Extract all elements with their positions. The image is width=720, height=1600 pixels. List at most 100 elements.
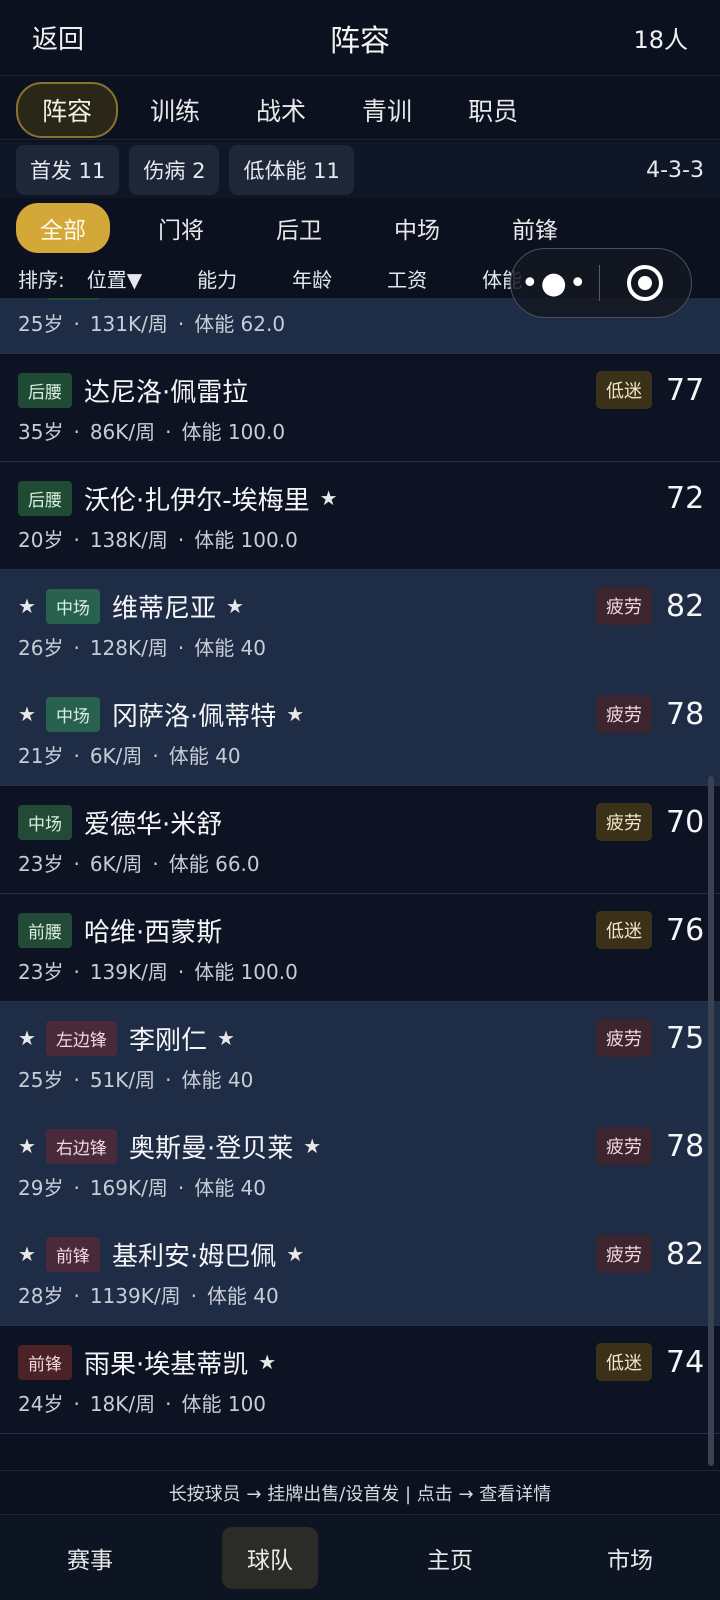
separator-dot: · bbox=[73, 960, 80, 984]
separator-dot: · bbox=[73, 636, 80, 660]
player-details: 28岁 · 1139K/周 · 体能 40 bbox=[18, 1280, 279, 1309]
player-details: 24岁 · 18K/周 · 体能 100 bbox=[18, 1388, 266, 1417]
tab-youth[interactable]: 青训 bbox=[338, 84, 436, 136]
position-tag: 后腰 bbox=[18, 480, 72, 516]
main-tabs: 阵容 训练 战术 青训 职员 bbox=[0, 80, 720, 140]
player-rating: 78 bbox=[666, 1128, 705, 1164]
status-badge: 疲劳 bbox=[596, 587, 652, 625]
separator-dot: · bbox=[73, 312, 80, 336]
player-row-main: ★ 右边锋 奥斯曼·登贝莱 ★ 疲劳 78 bbox=[18, 1126, 705, 1166]
starter-star-icon: ★ bbox=[18, 702, 36, 726]
player-rating: 82 bbox=[666, 1236, 705, 1272]
player-rating: 75 bbox=[666, 1020, 705, 1056]
separator-dot: · bbox=[73, 1176, 80, 1200]
player-row[interactable]: 中场 爱德华·米舒 疲劳 70 23岁 · 6K/周 · 体能 66.0 bbox=[0, 786, 720, 894]
player-row[interactable]: 前腰 哈维·西蒙斯 低迷 76 23岁 · 139K/周 · 体能 100.0 bbox=[0, 894, 720, 1002]
sort-wage[interactable]: 工资 bbox=[387, 264, 427, 293]
player-row-main: ★ 前锋 基利安·姆巴佩 ★ 疲劳 82 bbox=[18, 1234, 705, 1274]
player-stamina: 体能 40 bbox=[194, 636, 267, 660]
player-row[interactable]: 后腰 沃伦·扎伊尔-埃梅里 ★ 72 20岁 · 138K/周 · 体能 100.0 bbox=[0, 462, 720, 570]
player-age: 24岁 bbox=[18, 1392, 64, 1416]
filter-forward[interactable]: 前锋 bbox=[488, 203, 582, 253]
player-row-main: 后腰 达尼洛·佩雷拉 低迷 77 bbox=[18, 370, 705, 410]
player-details: 26岁 · 128K/周 · 体能 40 bbox=[18, 632, 266, 661]
close-target-icon[interactable] bbox=[600, 263, 691, 303]
filter-all[interactable]: 全部 bbox=[16, 203, 110, 253]
player-stamina: 体能 40 bbox=[168, 744, 241, 768]
nav-matches[interactable]: 赛事 bbox=[42, 1527, 138, 1589]
player-age: 29岁 bbox=[18, 1176, 64, 1200]
player-rating: 72 bbox=[666, 480, 705, 516]
player-rating: 70 bbox=[666, 804, 705, 840]
page-title: 阵容 bbox=[330, 23, 390, 59]
separator-dot: · bbox=[177, 636, 185, 660]
status-badge: 疲劳 bbox=[596, 1019, 652, 1057]
nav-team[interactable]: 球队 bbox=[222, 1526, 318, 1589]
position-tag: 中场 bbox=[45, 696, 100, 732]
player-age: 23岁 bbox=[18, 960, 64, 984]
list-scrollbar[interactable] bbox=[708, 776, 714, 1466]
formation-label[interactable]: 4-3-3 bbox=[646, 158, 704, 183]
sort-ability[interactable]: 能力 bbox=[197, 264, 237, 293]
player-wage: 86K/周 bbox=[89, 420, 156, 444]
status-badge: 疲劳 bbox=[596, 803, 652, 841]
player-row[interactable]: ★ 左边锋 李刚仁 ★ 疲劳 75 25岁 · 51K/周 · 体能 40 bbox=[0, 1002, 720, 1110]
tab-tactics[interactable]: 战术 bbox=[232, 84, 330, 136]
position-tag: 后腰 bbox=[18, 372, 72, 408]
player-wage: 138K/周 bbox=[89, 528, 168, 552]
player-name: 李刚仁 bbox=[128, 1025, 207, 1056]
player-name: 奥斯曼·登贝莱 bbox=[128, 1133, 294, 1164]
player-rating: 74 bbox=[666, 1344, 705, 1380]
separator-dot: · bbox=[177, 312, 185, 336]
player-list[interactable]: ★后腰曼努埃尔·乌加特挂牌中8525岁·131K/周·体能 62.0后腰达尼洛·… bbox=[0, 298, 720, 1470]
player-wage: 1139K/周 bbox=[89, 1284, 181, 1308]
sort-age[interactable]: 年龄 bbox=[292, 264, 332, 293]
player-row-main: 后腰 沃伦·扎伊尔-埃梅里 ★ 72 bbox=[18, 478, 705, 518]
player-stamina: 体能 100 bbox=[181, 1392, 267, 1416]
filter-midfielder[interactable]: 中场 bbox=[370, 203, 464, 253]
position-tag: 右边锋 bbox=[45, 1128, 117, 1164]
nav-home[interactable]: 主页 bbox=[402, 1527, 498, 1589]
filter-goalkeeper[interactable]: 门将 bbox=[134, 203, 228, 253]
player-row[interactable]: ★ 前锋 基利安·姆巴佩 ★ 疲劳 82 28岁 · 1139K/周 · 体能 40 bbox=[0, 1218, 720, 1326]
separator-dot: · bbox=[73, 420, 80, 444]
sort-position[interactable]: 位置▼ bbox=[87, 264, 142, 293]
player-details: 23岁 · 139K/周 · 体能 100.0 bbox=[18, 956, 298, 985]
tab-training[interactable]: 训练 bbox=[126, 84, 224, 136]
player-rating: 78 bbox=[666, 696, 705, 732]
filter-defender[interactable]: 后卫 bbox=[252, 203, 346, 253]
back-button[interactable]: 返回 bbox=[32, 19, 84, 56]
player-details: 35岁 · 86K/周 · 体能 100.0 bbox=[18, 416, 285, 445]
player-row[interactable]: ★ 右边锋 奥斯曼·登贝莱 ★ 疲劳 78 29岁 · 169K/周 · 体能 40 bbox=[0, 1110, 720, 1218]
separator-dot: · bbox=[152, 852, 159, 876]
player-row[interactable]: 后腰 达尼洛·佩雷拉 低迷 77 35岁 · 86K/周 · 体能 100.0 bbox=[0, 354, 720, 462]
status-badge: 疲劳 bbox=[596, 1235, 652, 1273]
player-stamina: 体能 100.0 bbox=[194, 960, 298, 984]
separator-dot: · bbox=[73, 1284, 80, 1308]
player-details: 20岁 · 138K/周 · 体能 100.0 bbox=[18, 524, 298, 553]
key-player-star-icon: ★ bbox=[216, 1026, 235, 1050]
starter-star-icon: ★ bbox=[18, 1026, 36, 1050]
tab-staff[interactable]: 职员 bbox=[444, 84, 542, 136]
player-wage: 128K/周 bbox=[89, 636, 168, 660]
nav-market[interactable]: 市场 bbox=[582, 1527, 678, 1589]
player-name: 维蒂尼亚 bbox=[111, 593, 216, 624]
player-row[interactable]: 前锋 雨果·埃基蒂凯 ★ 低迷 74 24岁 · 18K/周 · 体能 100 bbox=[0, 1326, 720, 1434]
player-wage: 51K/周 bbox=[89, 1068, 156, 1092]
player-row-main: 前锋 雨果·埃基蒂凯 ★ 低迷 74 bbox=[18, 1342, 705, 1382]
status-badge: 疲劳 bbox=[596, 695, 652, 733]
separator-dot: · bbox=[177, 528, 185, 552]
more-icon[interactable]: •●• bbox=[511, 266, 599, 301]
player-age: 25岁 bbox=[18, 1068, 64, 1092]
separator-dot: · bbox=[73, 1392, 80, 1416]
player-row[interactable]: ★ 中场 维蒂尼亚 ★ 疲劳 82 26岁 · 128K/周 · 体能 40 bbox=[0, 570, 720, 678]
player-rating: 77 bbox=[666, 372, 705, 408]
separator-dot: · bbox=[152, 744, 159, 768]
player-wage: 6K/周 bbox=[89, 852, 143, 876]
player-row[interactable]: ★ 中场 冈萨洛·佩蒂特 ★ 疲劳 78 21岁 · 6K/周 · 体能 40 bbox=[0, 678, 720, 786]
tab-lineup[interactable]: 阵容 bbox=[16, 81, 119, 138]
key-player-star-icon: ★ bbox=[286, 702, 305, 726]
player-name: 冈萨洛·佩蒂特 bbox=[111, 701, 277, 732]
player-count: 18人 bbox=[633, 26, 688, 54]
key-player-star-icon: ★ bbox=[286, 1242, 305, 1266]
